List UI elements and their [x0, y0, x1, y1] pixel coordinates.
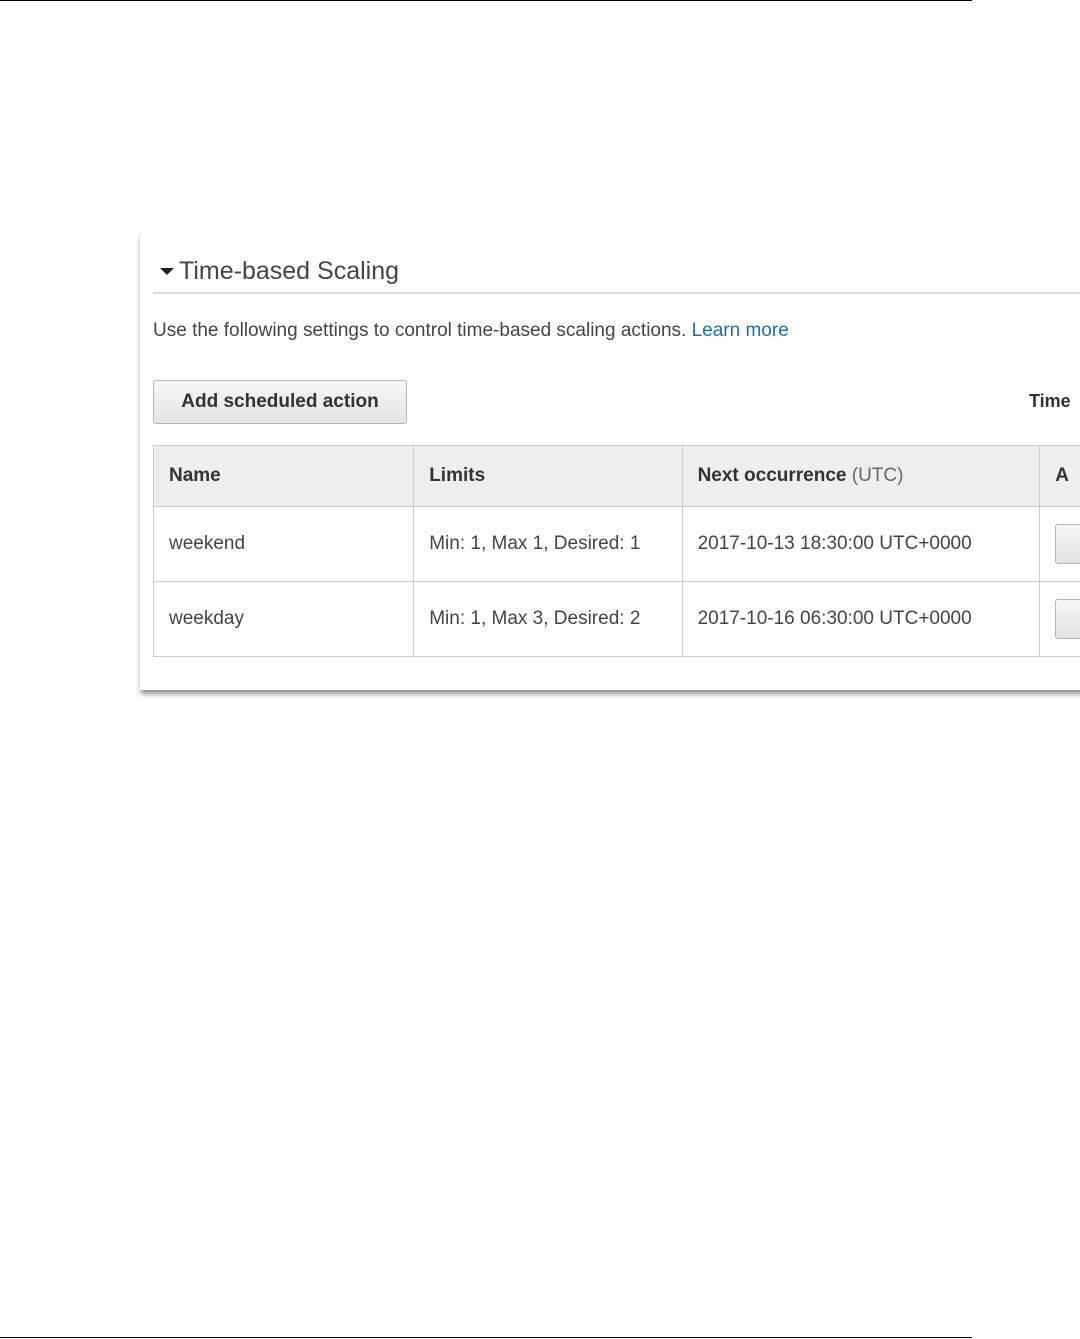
cell-actions [1039, 506, 1080, 582]
cell-name: weekend [152, 506, 415, 582]
section-description: Use the following settings to control ti… [153, 320, 789, 342]
section-title[interactable]: Time-based Scaling [179, 250, 399, 292]
bottom-divider [0, 1337, 972, 1338]
cell-name: weekday [152, 581, 415, 657]
column-header-label: Limits [429, 465, 486, 486]
table-row: weekend Min: 1, Max 1, Desired: 1 2017-1… [152, 506, 1080, 582]
page: Time-based Scaling Use the following set… [0, 0, 1080, 1339]
section-header[interactable]: Time-based Scaling [153, 250, 1080, 294]
cell-next-occurrence: 2017-10-13 18:30:00 UTC+0000 [681, 506, 1041, 582]
time-based-scaling-panel: Time-based Scaling Use the following set… [140, 230, 1080, 690]
description-text: Use the following settings to control ti… [153, 320, 687, 341]
cell-actions [1039, 581, 1080, 657]
top-divider [0, 0, 972, 1]
row-action-button[interactable] [1055, 524, 1080, 564]
column-header-suffix: (UTC) [851, 465, 904, 486]
scheduled-actions-table: Name Limits Next occurrence (UTC) A week… [152, 445, 1080, 657]
cell-limits: Min: 1, Max 3, Desired: 2 [413, 581, 683, 657]
caret-down-icon[interactable] [160, 267, 174, 275]
table-row: weekday Min: 1, Max 3, Desired: 2 2017-1… [152, 581, 1080, 657]
column-header-name[interactable]: Name [152, 445, 415, 507]
row-action-button[interactable] [1055, 599, 1080, 639]
column-header-label: Name [169, 465, 221, 486]
timezone-label: Time [1029, 391, 1071, 411]
table-header-row: Name Limits Next occurrence (UTC) A [152, 445, 1080, 507]
cell-limits: Min: 1, Max 1, Desired: 1 [413, 506, 683, 582]
column-header-label: Next occurrence [697, 465, 847, 486]
column-header-label: A [1055, 465, 1069, 486]
column-header-next-occurrence[interactable]: Next occurrence (UTC) [681, 445, 1041, 507]
cell-next-occurrence: 2017-10-16 06:30:00 UTC+0000 [681, 581, 1041, 657]
add-scheduled-action-button[interactable]: Add scheduled action [153, 380, 407, 424]
column-header-limits[interactable]: Limits [413, 445, 683, 507]
learn-more-link[interactable]: Learn more [692, 320, 789, 341]
column-header-actions[interactable]: A [1039, 445, 1080, 507]
